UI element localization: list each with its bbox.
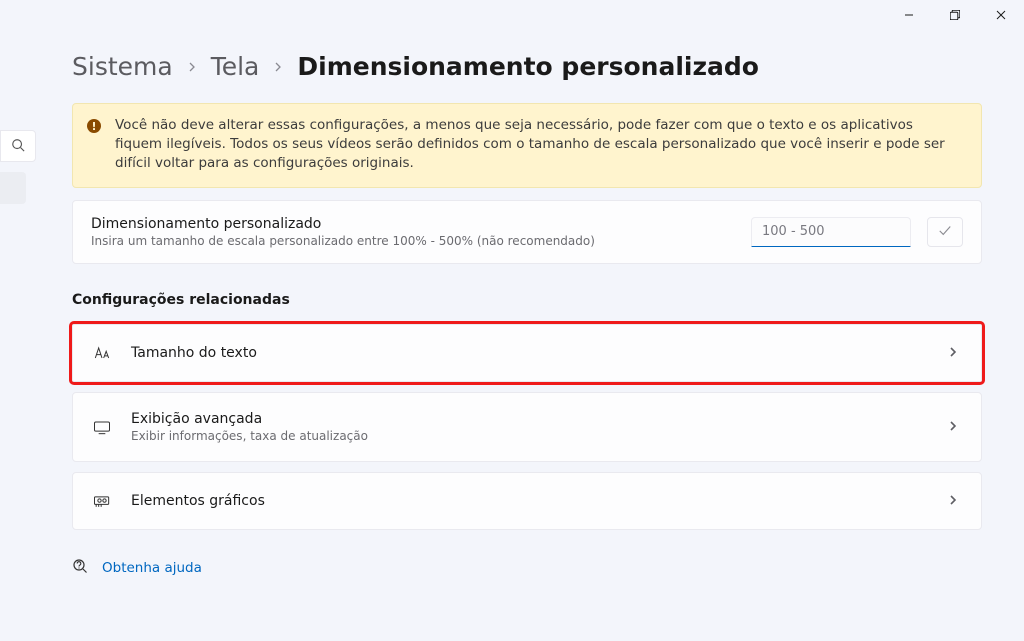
maximize-button[interactable] [932,0,978,30]
nav-placeholder [0,172,26,204]
chevron-right-icon [947,491,959,510]
monitor-icon [91,417,113,437]
custom-scale-card: Dimensionamento personalizado Insira um … [72,200,982,264]
graphics-item[interactable]: Elementos gráficos [72,472,982,530]
related-settings-header: Configurações relacionadas [72,292,982,308]
breadcrumb-root[interactable]: Sistema [72,52,173,81]
checkmark-icon [938,222,952,241]
chevron-right-icon [947,417,959,436]
text-size-icon [91,343,113,363]
minimize-button[interactable] [886,0,932,30]
breadcrumb-mid[interactable]: Tela [211,52,260,81]
close-button[interactable] [978,0,1024,30]
help-row: Obtenha ajuda [72,558,982,578]
text-size-item[interactable]: Tamanho do texto [72,324,982,382]
search-button[interactable] [0,130,36,162]
chevron-right-icon [273,57,283,76]
advanced-display-subtitle: Exibir informações, taxa de atualização [131,429,929,443]
chevron-right-icon [187,57,197,76]
advanced-display-item[interactable]: Exibição avançada Exibir informações, ta… [72,392,982,462]
chevron-right-icon [947,343,959,362]
main-content: Sistema Tela Dimensionamento personaliza… [72,52,982,578]
text-size-label: Tamanho do texto [131,345,929,361]
graphics-label: Elementos gráficos [131,493,929,509]
warning-icon: ! [87,119,101,133]
window-controls [886,0,1024,30]
apply-scale-button[interactable] [927,217,963,247]
warning-banner: ! Você não deve alterar essas configuraç… [72,103,982,188]
get-help-link[interactable]: Obtenha ajuda [102,560,202,576]
left-rail [0,130,36,204]
warning-text: Você não deve alterar essas configuraçõe… [115,116,961,173]
advanced-display-label: Exibição avançada [131,411,929,427]
custom-scale-subtitle: Insira um tamanho de escala personalizad… [91,234,595,248]
search-icon [11,137,25,156]
page-title: Dimensionamento personalizado [297,52,759,81]
breadcrumb: Sistema Tela Dimensionamento personaliza… [72,52,982,81]
custom-scale-title: Dimensionamento personalizado [91,216,595,232]
custom-scale-input[interactable]: 100 - 500 [751,217,911,247]
help-icon [72,558,88,578]
graphics-card-icon [91,491,113,511]
